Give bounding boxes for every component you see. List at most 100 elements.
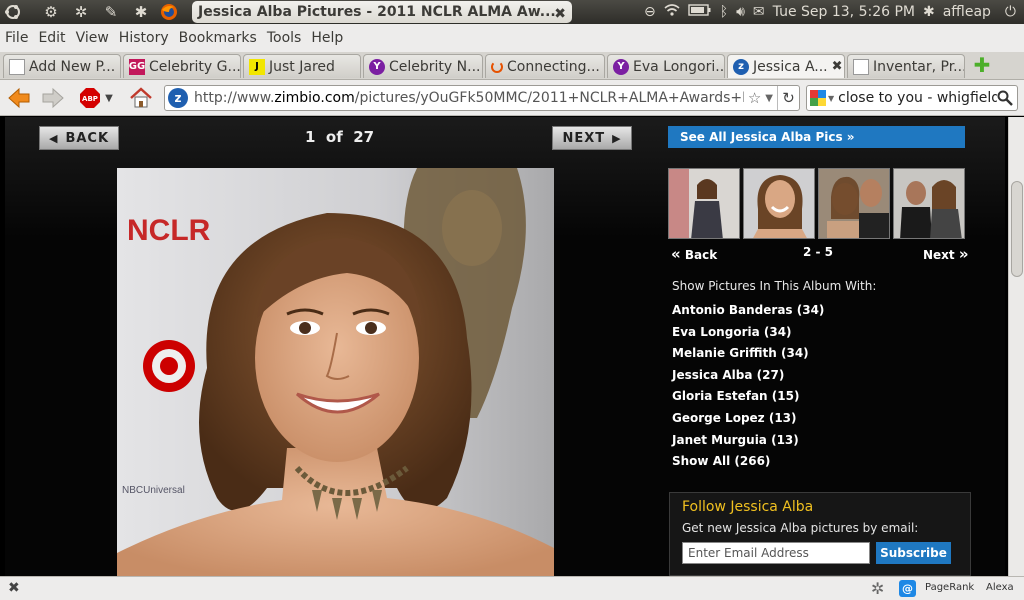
power-icon[interactable]: ⏻ — [1005, 4, 1016, 20]
search-engine-dropdown-icon[interactable]: ▼ — [828, 94, 834, 103]
menu-file[interactable]: File — [5, 30, 28, 46]
editor-launcher-icon[interactable]: ✎ — [100, 2, 122, 22]
gear-launcher-icon[interactable]: ✲ — [70, 2, 92, 22]
user-status-icon[interactable]: ✱ — [923, 4, 935, 20]
top-panel: ⚙ ✲ ✎ ✱ Jessica Alba Pictures - 2011 NCL… — [0, 0, 1024, 24]
album-person-link[interactable]: Eva Longoria (34) — [672, 323, 824, 345]
follow-box: Follow Jessica Alba Get new Jessica Alba… — [669, 492, 971, 576]
address-bar[interactable]: z http://www.zimbio.com/pictures/yOuGFk5… — [164, 85, 800, 111]
close-window-icon[interactable]: ✖ — [554, 3, 566, 23]
subscribe-button[interactable]: Subscribe — [876, 542, 951, 564]
close-addon-bar-icon[interactable]: ✖ — [8, 580, 20, 596]
menu-edit[interactable]: Edit — [38, 30, 65, 46]
tab-eva-longoria[interactable]: Y Eva Longori... — [607, 54, 725, 78]
settings-launcher-icon[interactable]: ⚙ — [40, 2, 62, 22]
album-person-link[interactable]: Jessica Alba (27) — [672, 366, 824, 388]
power-status-icon[interactable]: ⊖ — [644, 4, 656, 20]
album-person-link[interactable]: Janet Murguia (13) — [672, 431, 824, 453]
at-icon[interactable]: @ — [899, 580, 916, 597]
show-all-link[interactable]: Show All (266) — [672, 452, 824, 474]
thumbnail-2[interactable] — [668, 168, 740, 239]
album-filter-title: Show Pictures In This Album With: — [672, 279, 877, 293]
album-person-link[interactable]: Gloria Estefan (15) — [672, 387, 824, 409]
firefox-launcher-icon[interactable] — [158, 2, 180, 22]
photo-counter: 1 of 27 — [305, 128, 374, 146]
datetime[interactable]: Tue Sep 13, 5:26 PM — [773, 4, 915, 20]
thumbnail-4[interactable] — [818, 168, 890, 239]
system-tray: ⊖ ᛒ 🔊︎ ✉ Tue Sep 13, 5:26 PM ✱ affleap ⏻ — [644, 0, 1024, 24]
mail-icon[interactable]: ✉ — [753, 4, 765, 20]
tools-launcher-icon[interactable]: ✱ — [130, 2, 152, 22]
menu-help[interactable]: Help — [311, 30, 343, 46]
ubuntu-logo-icon[interactable] — [2, 2, 24, 22]
thumbnails-next-link[interactable]: Next » — [923, 245, 969, 263]
tab-celebrity-g[interactable]: GG Celebrity G... — [123, 54, 241, 78]
thumbnail-image — [894, 169, 964, 238]
window-title-text: Jessica Alba Pictures - 2011 NCLR ALMA A… — [198, 4, 556, 20]
menu-history[interactable]: History — [119, 30, 169, 46]
double-left-arrow-icon: « — [671, 245, 681, 263]
back-arrow-icon[interactable] — [6, 86, 32, 110]
email-field[interactable] — [682, 542, 870, 564]
user-name[interactable]: affleap — [943, 4, 991, 20]
url-text[interactable]: http://www.zimbio.com/pictures/yOuGFk50M… — [194, 90, 744, 106]
scrollbar-thumb[interactable] — [1011, 181, 1023, 277]
thumbnails-back-link[interactable]: « Back — [671, 245, 717, 263]
tab-just-jared[interactable]: J Just Jared — [243, 54, 361, 78]
bluetooth-icon[interactable]: ᛒ — [720, 4, 728, 20]
tab-celebrity-n[interactable]: Y Celebrity N... — [363, 54, 483, 78]
follow-description: Get new Jessica Alba pictures by email: — [682, 521, 919, 535]
tab-jessica-alba[interactable]: z Jessica A... ✖ — [727, 54, 845, 78]
counter-total: 27 — [353, 128, 375, 146]
album-person-link[interactable]: Antonio Banderas (34) — [672, 301, 824, 323]
gear-icon[interactable]: ✲ — [871, 579, 884, 598]
main-photo[interactable]: NCLR NBCUniversal — [117, 168, 554, 576]
gallery-back-button[interactable]: ◀ BACK — [39, 126, 119, 150]
tab-label: Inventar, Pr... — [873, 58, 965, 75]
alexa-label[interactable]: Alexa — [986, 582, 1014, 593]
search-bar[interactable]: ▼ close to you - whigfield — [806, 85, 1018, 111]
gallery-next-label: NEXT — [562, 130, 606, 146]
home-icon[interactable] — [128, 86, 154, 110]
page-content: ◀ BACK 1 of 27 NEXT ▶ NCLR NBCUniversal … — [0, 117, 1008, 576]
reload-icon[interactable]: ↻ — [777, 86, 799, 110]
navigation-bar: ABP ▼ z http://www.zimbio.com/pictures/y… — [0, 80, 1024, 116]
menu-bookmarks[interactable]: Bookmarks — [179, 30, 257, 46]
thumbnail-5[interactable] — [893, 168, 965, 239]
forward-arrow-icon[interactable] — [40, 86, 66, 110]
battery-icon[interactable] — [687, 4, 712, 20]
search-input[interactable]: close to you - whigfield — [838, 90, 997, 106]
volume-icon[interactable]: 🔊︎ — [736, 4, 745, 20]
album-person-link[interactable]: George Lopez (13) — [672, 409, 824, 431]
menu-tools[interactable]: Tools — [267, 30, 302, 46]
google-search-engine-icon[interactable] — [810, 90, 826, 106]
new-tab-icon[interactable]: ✚ — [970, 55, 994, 76]
site-identity-icon[interactable]: z — [168, 88, 188, 108]
url-dropdown-icon[interactable]: ▼ — [765, 93, 773, 104]
see-all-pics-link[interactable]: See All Jessica Alba Pics » — [668, 126, 965, 148]
adblock-icon[interactable]: ABP — [78, 86, 102, 110]
yahoo-icon: Y — [369, 58, 385, 75]
album-people-list: Antonio Banderas (34) Eva Longoria (34) … — [672, 301, 824, 474]
tab-connecting[interactable]: Connecting... — [485, 54, 605, 78]
menu-view[interactable]: View — [76, 30, 109, 46]
close-tab-icon[interactable]: ✖ — [828, 59, 843, 74]
thumbnail-3[interactable] — [743, 168, 815, 239]
wifi-icon[interactable] — [664, 3, 680, 21]
window-title[interactable]: Jessica Alba Pictures - 2011 NCLR ALMA A… — [192, 1, 572, 23]
gallery-next-button[interactable]: NEXT ▶ — [552, 126, 632, 150]
bookmark-star-icon[interactable]: ☆ — [748, 89, 761, 107]
vertical-scrollbar[interactable] — [1008, 117, 1024, 576]
tab-add-new-post[interactable]: Add New P... — [3, 54, 121, 78]
search-magnifier-icon[interactable] — [997, 90, 1013, 106]
album-person-link[interactable]: Melanie Griffith (34) — [672, 344, 824, 366]
page-icon — [9, 58, 25, 75]
jj-icon: J — [249, 58, 265, 75]
gallery-back-label: BACK — [65, 130, 110, 146]
adblock-dropdown-icon[interactable]: ▼ — [103, 86, 115, 110]
tab-label: Celebrity N... — [389, 58, 481, 75]
left-triangle-icon: ◀ — [48, 131, 59, 145]
tab-inventar[interactable]: Inventar, Pr... — [847, 54, 965, 78]
pagerank-label[interactable]: PageRank — [925, 582, 974, 593]
thumbnails-range: 2 - 5 — [803, 245, 834, 259]
